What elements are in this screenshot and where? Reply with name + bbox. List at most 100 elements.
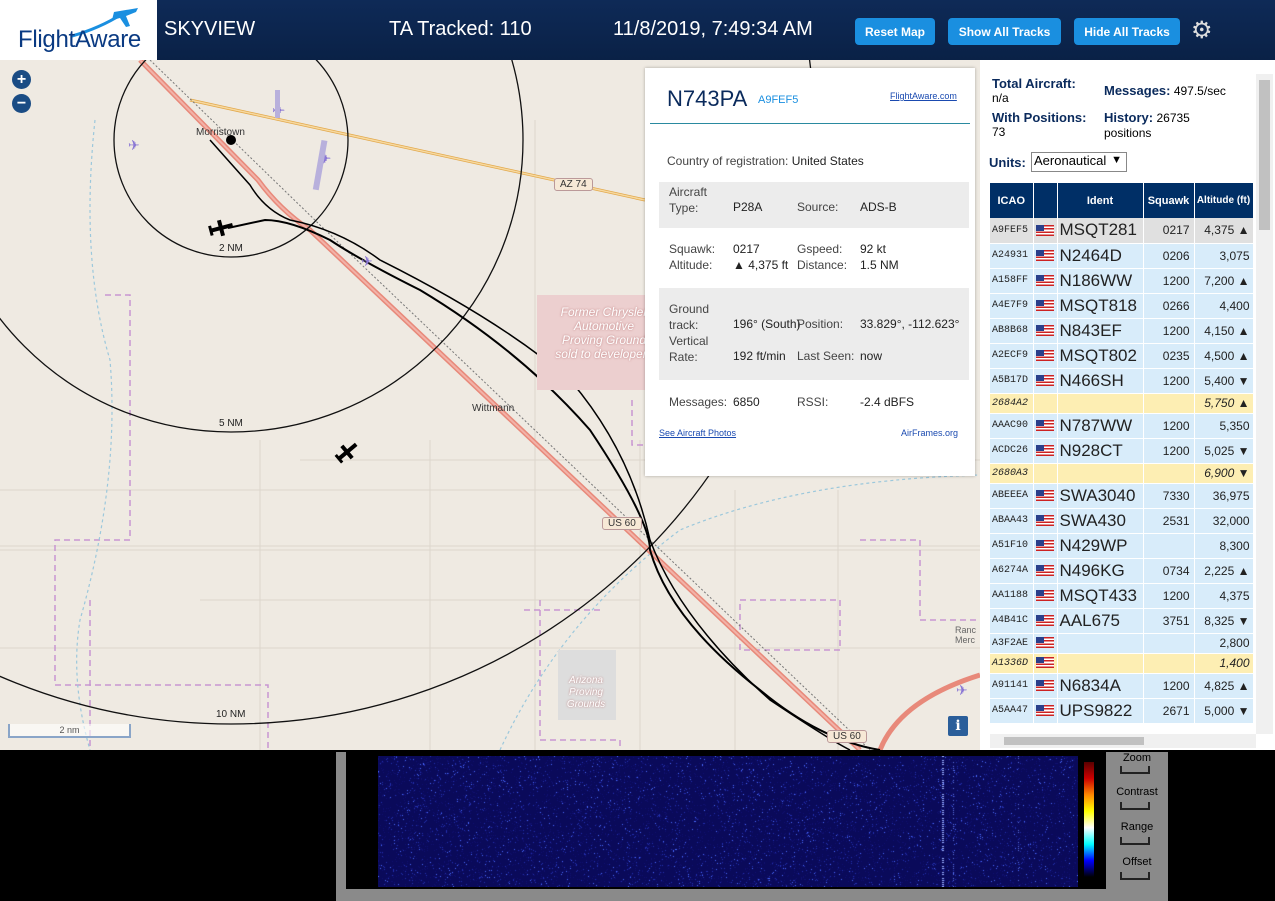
table-row[interactable]: A1336D 1,400 bbox=[990, 653, 1254, 674]
table-row[interactable]: A9FEF5 MSQT281 0217 4,375 ▲ bbox=[990, 218, 1254, 244]
cell-squawk bbox=[1143, 633, 1195, 654]
airframes-link[interactable]: AirFrames.org bbox=[901, 428, 958, 438]
cell-squawk: 1200 bbox=[1143, 268, 1195, 294]
table-row[interactable]: A2ECF9 MSQT802 0235 4,500 ▲ bbox=[990, 343, 1254, 369]
cell-altitude: 8,325 ▼ bbox=[1194, 608, 1254, 634]
spectrum-panel: Zoom Contrast Range Offset bbox=[0, 750, 1275, 901]
hide-all-tracks-button[interactable]: Hide All Tracks bbox=[1074, 18, 1180, 45]
table-row[interactable]: A4B41C AAL675 3751 8,325 ▼ bbox=[990, 608, 1254, 634]
units-select[interactable]: Aeronautical ▼ bbox=[1031, 152, 1127, 172]
cell-flag bbox=[1033, 698, 1058, 724]
squawk-value: 0217 bbox=[733, 242, 760, 256]
flightaware-logo[interactable]: FlightAware bbox=[0, 0, 157, 60]
aircraft-icon[interactable] bbox=[333, 438, 362, 466]
table-row[interactable]: 2684A2 5,750 ▲ bbox=[990, 393, 1254, 414]
column-header-flag[interactable] bbox=[1033, 183, 1058, 218]
aircraft-photos-link[interactable]: See Aircraft Photos bbox=[659, 428, 736, 438]
show-all-tracks-button[interactable]: Show All Tracks bbox=[948, 18, 1061, 45]
history-label: History: bbox=[1104, 110, 1154, 125]
table-row[interactable]: A158FF N186WW 1200 7,200 ▲ bbox=[990, 268, 1254, 294]
table-row[interactable]: A5B17D N466SH 1200 5,400 ▼ bbox=[990, 368, 1254, 394]
vertical-scrollbar[interactable] bbox=[1256, 74, 1273, 734]
table-row[interactable]: A51F10 N429WP 8,300 bbox=[990, 533, 1254, 559]
vertical-rate-value: 192 ft/min bbox=[733, 349, 786, 363]
scrollbar-thumb[interactable] bbox=[1004, 737, 1144, 745]
cell-ident bbox=[1057, 393, 1144, 414]
info-icon[interactable]: i bbox=[948, 716, 968, 736]
table-row[interactable]: A4E7F9 MSQT818 0266 4,400 bbox=[990, 293, 1254, 319]
cell-ident: UPS9822 bbox=[1057, 698, 1144, 724]
cell-altitude: 3,075 bbox=[1194, 243, 1254, 269]
cell-flag bbox=[1033, 533, 1058, 559]
cell-ident: SWA430 bbox=[1057, 508, 1144, 534]
us-flag-icon bbox=[1035, 514, 1054, 526]
popup-country: Country of registration: United States bbox=[667, 154, 864, 168]
flightaware-link[interactable]: FlightAware.com bbox=[890, 91, 957, 101]
contrast-slider[interactable] bbox=[1120, 802, 1150, 810]
table-row[interactable]: AB8B68 N843EF 1200 4,150 ▲ bbox=[990, 318, 1254, 344]
cell-squawk bbox=[1143, 463, 1195, 484]
range-label-5nm: 5 NM bbox=[219, 418, 243, 429]
messages-rate-label: Messages: bbox=[1104, 83, 1171, 98]
table-row[interactable]: ABAA43 SWA430 2531 32,000 bbox=[990, 508, 1254, 534]
messages-value: 6850 bbox=[733, 395, 760, 409]
scrollbar-thumb[interactable] bbox=[1259, 80, 1270, 230]
cell-squawk: 1200 bbox=[1143, 368, 1195, 394]
table-row[interactable]: ACDC26 N928CT 1200 5,025 ▼ bbox=[990, 438, 1254, 464]
column-header-icao[interactable]: ICAO bbox=[990, 183, 1034, 218]
aircraft-table: ICAO Ident Squawk Altitude (ft) A9FEF5 MS… bbox=[990, 183, 1254, 724]
with-positions-value: 73 bbox=[992, 125, 1006, 139]
us-flag-icon bbox=[1035, 419, 1054, 431]
zoom-slider[interactable] bbox=[1120, 766, 1150, 774]
us-flag-icon bbox=[1035, 349, 1054, 361]
chevron-down-icon: ▼ bbox=[1111, 154, 1122, 166]
table-row[interactable]: 2680A3 6,900 ▼ bbox=[990, 463, 1254, 484]
cell-ident: N787WW bbox=[1057, 413, 1144, 439]
cell-altitude: 2,225 ▲ bbox=[1194, 558, 1254, 584]
table-row[interactable]: A3F2AE 2,800 bbox=[990, 633, 1254, 654]
column-header-altitude[interactable]: Altitude (ft) bbox=[1194, 183, 1254, 218]
range-slider[interactable] bbox=[1120, 837, 1150, 845]
column-header-ident[interactable]: Ident bbox=[1057, 183, 1144, 218]
cell-flag bbox=[1033, 318, 1058, 344]
cell-ident: N429WP bbox=[1057, 533, 1144, 559]
cell-flag bbox=[1033, 583, 1058, 609]
cell-squawk: 1200 bbox=[1143, 438, 1195, 464]
us-flag-icon bbox=[1035, 564, 1054, 576]
zoom-out-button[interactable]: − bbox=[12, 94, 31, 113]
table-row[interactable]: A91141 N6834A 1200 4,825 ▲ bbox=[990, 673, 1254, 699]
cell-squawk bbox=[1143, 393, 1195, 414]
table-row[interactable]: AAAC90 N787WW 1200 5,350 bbox=[990, 413, 1254, 439]
us-flag-icon bbox=[1035, 637, 1054, 649]
column-header-squawk[interactable]: Squawk bbox=[1143, 183, 1195, 218]
table-row[interactable]: A6274A N496KG 0734 2,225 ▲ bbox=[990, 558, 1254, 584]
table-row[interactable]: A5AA47 UPS9822 2671 5,000 ▼ bbox=[990, 698, 1254, 724]
cell-ident: N466SH bbox=[1057, 368, 1144, 394]
squawk-label: Squawk: bbox=[669, 242, 716, 256]
color-scale-bar bbox=[1084, 762, 1094, 877]
table-row[interactable]: AA1188 MSQT433 1200 4,375 bbox=[990, 583, 1254, 609]
gear-icon[interactable]: ⚙ bbox=[1191, 16, 1213, 45]
cell-ident: MSQT818 bbox=[1057, 293, 1144, 319]
table-row[interactable]: A24931 N2464D 0206 3,075 bbox=[990, 243, 1254, 269]
place-label-morristown: Morristown bbox=[196, 127, 245, 138]
cell-flag bbox=[1033, 368, 1058, 394]
cell-ident: N496KG bbox=[1057, 558, 1144, 584]
zoom-in-button[interactable]: + bbox=[12, 70, 31, 89]
cell-ident bbox=[1057, 653, 1144, 674]
horizontal-scrollbar[interactable] bbox=[990, 734, 1256, 748]
reset-map-button[interactable]: Reset Map bbox=[855, 18, 935, 45]
offset-slider[interactable] bbox=[1120, 872, 1150, 880]
with-positions-label: With Positions: bbox=[992, 110, 1087, 125]
cell-squawk: 0235 bbox=[1143, 343, 1195, 369]
cell-ident: N186WW bbox=[1057, 268, 1144, 294]
range-label-2nm: 2 NM bbox=[219, 243, 243, 254]
table-row[interactable]: ABEEEA SWA3040 7330 36,975 bbox=[990, 483, 1254, 509]
us-flag-icon bbox=[1035, 274, 1054, 286]
cell-icao: A4B41C bbox=[990, 608, 1034, 634]
cell-ident: MSQT433 bbox=[1057, 583, 1144, 609]
waterfall-canvas[interactable] bbox=[378, 756, 1078, 887]
cell-squawk: 1200 bbox=[1143, 673, 1195, 699]
cell-ident: MSQT281 bbox=[1057, 218, 1144, 244]
cell-flag bbox=[1033, 508, 1058, 534]
